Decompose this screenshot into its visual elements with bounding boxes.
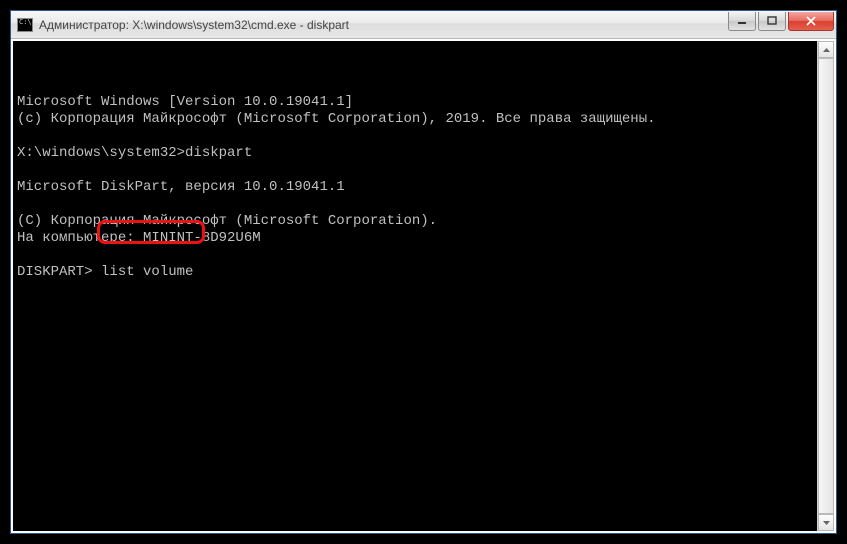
- minimize-button[interactable]: [728, 12, 756, 31]
- console-line: [17, 162, 813, 179]
- close-icon: [805, 16, 817, 26]
- titlebar[interactable]: Администратор: X:\windows\system32\cmd.e…: [11, 11, 836, 39]
- console-line: (c) Корпорация Майкрософт (Microsoft Cor…: [17, 111, 813, 128]
- chevron-up-icon: [823, 48, 830, 52]
- scroll-track[interactable]: [818, 58, 834, 514]
- client-area: Microsoft Windows [Version 10.0.19041.1]…: [11, 39, 836, 533]
- console-output[interactable]: Microsoft Windows [Version 10.0.19041.1]…: [13, 41, 817, 531]
- cmd-icon: [17, 18, 33, 32]
- console-line: [17, 196, 813, 213]
- close-button[interactable]: [788, 12, 834, 31]
- console-line: DISKPART> list volume: [17, 264, 813, 281]
- console-line: На компьютере: MININT-8D92U6M: [17, 230, 813, 247]
- maximize-button[interactable]: [758, 12, 786, 31]
- console-line: (C) Корпорация Майкрософт (Microsoft Cor…: [17, 213, 813, 230]
- scroll-up-button[interactable]: [818, 41, 834, 58]
- console-line: [17, 128, 813, 145]
- console-line: X:\windows\system32>diskpart: [17, 145, 813, 162]
- scroll-thumb[interactable]: [818, 58, 834, 514]
- cmd-window: Администратор: X:\windows\system32\cmd.e…: [10, 10, 837, 534]
- scroll-down-button[interactable]: [818, 514, 834, 531]
- window-title: Администратор: X:\windows\system32\cmd.e…: [39, 18, 722, 32]
- window-controls: [728, 12, 834, 31]
- console-line: Microsoft Windows [Version 10.0.19041.1]: [17, 94, 813, 111]
- chevron-down-icon: [823, 521, 830, 525]
- console-line: [17, 247, 813, 264]
- console-line: Microsoft DiskPart, версия 10.0.19041.1: [17, 179, 813, 196]
- vertical-scrollbar[interactable]: [817, 41, 834, 531]
- minimize-icon: [737, 16, 747, 26]
- maximize-icon: [767, 16, 777, 26]
